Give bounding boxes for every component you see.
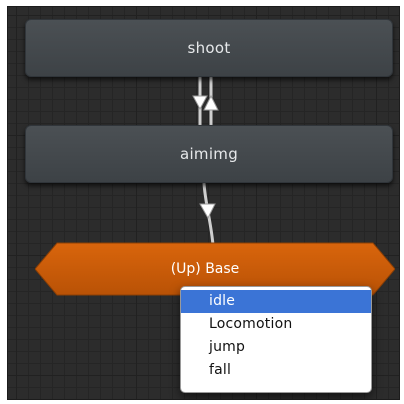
animator-graph-canvas[interactable]: shoot aimimg (Up) Base idle Locomotion j…: [7, 6, 400, 400]
state-node-aimimg[interactable]: aimimg: [25, 125, 393, 183]
state-dropdown-menu[interactable]: idle Locomotion jump fall: [180, 286, 372, 393]
transition-shoot-aimimg[interactable]: [198, 77, 213, 126]
transition-aimimg-base[interactable]: [202, 182, 215, 246]
state-node-shoot[interactable]: shoot: [25, 19, 393, 77]
dropdown-item-locomotion[interactable]: Locomotion: [181, 313, 371, 336]
dropdown-item-idle[interactable]: idle: [181, 290, 371, 313]
dropdown-item-fall[interactable]: fall: [181, 359, 371, 382]
dropdown-item-jump[interactable]: jump: [181, 336, 371, 359]
state-node-label: shoot: [187, 39, 231, 57]
state-node-label: aimimg: [179, 145, 239, 163]
